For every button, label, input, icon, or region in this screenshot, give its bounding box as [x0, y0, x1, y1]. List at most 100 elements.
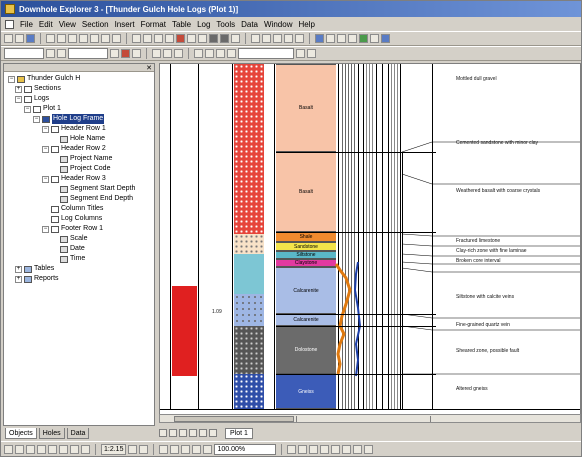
- tree-item-reports[interactable]: + Reports: [6, 274, 152, 284]
- first-page-icon[interactable]: [159, 429, 167, 437]
- line-icon[interactable]: [154, 34, 163, 43]
- menu-view[interactable]: View: [56, 20, 79, 29]
- menu-help[interactable]: Help: [295, 20, 317, 29]
- zoom-out-icon[interactable]: [170, 444, 180, 454]
- tab-data[interactable]: Data: [66, 428, 90, 439]
- tree-item-logs[interactable]: − Logs: [6, 94, 152, 104]
- brush-icon[interactable]: [46, 49, 55, 58]
- send-back-icon[interactable]: [205, 49, 214, 58]
- fill-tool-icon[interactable]: [81, 444, 90, 454]
- zoom-fit-icon[interactable]: [181, 444, 191, 454]
- page-view-icon[interactable]: [209, 429, 217, 437]
- snap-toggle-icon[interactable]: [298, 444, 308, 454]
- expand-icon[interactable]: +: [15, 275, 22, 283]
- menu-file[interactable]: File: [17, 20, 36, 29]
- expand-icon[interactable]: +: [15, 85, 22, 93]
- grid-icon[interactable]: [187, 34, 196, 43]
- style-dropdown[interactable]: [4, 48, 44, 59]
- tree-item-footer-row-1[interactable]: − Footer Row 1: [6, 224, 152, 234]
- title-bar[interactable]: Downhole Explorer 3 - [Thunder Gulch Hol…: [1, 1, 581, 17]
- select-tool-icon[interactable]: [26, 444, 35, 454]
- bold-icon[interactable]: [284, 34, 293, 43]
- tree-item-segment-end[interactable]: Segment End Depth: [6, 194, 152, 204]
- menu-format[interactable]: Format: [138, 20, 169, 29]
- tree-item-root[interactable]: − Thunder Gulch H: [6, 74, 152, 84]
- save-icon[interactable]: [26, 34, 35, 43]
- view-icon[interactable]: [320, 444, 330, 454]
- collapse-icon[interactable]: −: [15, 95, 22, 103]
- tree-item-project-code[interactable]: Project Code: [6, 164, 152, 174]
- pan-tool-icon[interactable]: [15, 444, 24, 454]
- last-page-icon[interactable]: [189, 429, 197, 437]
- bring-front-icon[interactable]: [194, 49, 203, 58]
- layers-icon[interactable]: [309, 444, 319, 454]
- tree-item-hole-log-frame[interactable]: − Hole Log Frame: [6, 114, 152, 124]
- refresh-icon[interactable]: [331, 444, 341, 454]
- group-icon[interactable]: [216, 49, 225, 58]
- tree-item-sections[interactable]: + Sections: [6, 84, 152, 94]
- log-icon[interactable]: [315, 34, 324, 43]
- color-icon[interactable]: [176, 34, 185, 43]
- tab-plot-1[interactable]: Plot 1: [225, 427, 253, 439]
- snap-icon[interactable]: [307, 49, 316, 58]
- settings-icon[interactable]: [370, 34, 379, 43]
- map-icon[interactable]: [337, 34, 346, 43]
- close-icon[interactable]: ✕: [146, 64, 152, 72]
- collapse-icon[interactable]: −: [42, 145, 49, 153]
- align-center-icon[interactable]: [262, 34, 271, 43]
- tree-item-date[interactable]: Date: [6, 244, 152, 254]
- collapse-icon[interactable]: −: [42, 125, 49, 133]
- report-icon[interactable]: [359, 34, 368, 43]
- draw-tool-icon[interactable]: [59, 444, 68, 454]
- undo-icon[interactable]: [79, 34, 88, 43]
- line-width-icon[interactable]: [152, 49, 161, 58]
- section-icon[interactable]: [132, 34, 141, 43]
- collapse-icon[interactable]: −: [42, 225, 49, 233]
- menu-data[interactable]: Data: [238, 20, 261, 29]
- collapse-icon[interactable]: −: [24, 105, 31, 113]
- tree-item-column-titles[interactable]: Column Titles: [6, 204, 152, 214]
- ungroup-icon[interactable]: [227, 49, 236, 58]
- print-preview-icon[interactable]: [353, 444, 363, 454]
- pointer-icon[interactable]: [143, 34, 152, 43]
- zoom-window-icon[interactable]: [192, 444, 202, 454]
- tree-item-segment-start[interactable]: Segment Start Depth: [6, 184, 152, 194]
- redo-icon[interactable]: [90, 34, 99, 43]
- tab-objects[interactable]: Objects: [5, 428, 37, 439]
- pattern-dropdown[interactable]: [68, 48, 108, 59]
- log-canvas[interactable]: 1.09 Basalt Basalt Shale Sandstone Silts…: [159, 63, 581, 415]
- cut-icon[interactable]: [46, 34, 55, 43]
- expand-icon[interactable]: +: [15, 265, 22, 273]
- prev-page-icon[interactable]: [169, 429, 177, 437]
- lock-icon[interactable]: [296, 49, 305, 58]
- add-page-icon[interactable]: [199, 429, 207, 437]
- chart-icon[interactable]: [348, 34, 357, 43]
- arrow-right-icon[interactable]: [220, 34, 229, 43]
- menu-insert[interactable]: Insert: [112, 20, 138, 29]
- tree-item-header-row-2[interactable]: − Header Row 2: [6, 144, 152, 154]
- horizontal-scrollbar[interactable]: [159, 414, 581, 423]
- align-right-icon[interactable]: [273, 34, 282, 43]
- menu-edit[interactable]: Edit: [36, 20, 56, 29]
- menu-tools[interactable]: Tools: [213, 20, 238, 29]
- tree-item-scale[interactable]: Scale: [6, 234, 152, 244]
- collapse-icon[interactable]: −: [42, 175, 49, 183]
- grid-toggle-icon[interactable]: [287, 444, 297, 454]
- export-icon[interactable]: [342, 444, 352, 454]
- help-icon[interactable]: [381, 34, 390, 43]
- arrow-style-icon[interactable]: [174, 49, 183, 58]
- new-icon[interactable]: [4, 34, 13, 43]
- hole-icon[interactable]: [326, 34, 335, 43]
- italic-icon[interactable]: [295, 34, 304, 43]
- scale-up-icon[interactable]: [128, 444, 138, 454]
- tree-item-header-row-3[interactable]: − Header Row 3: [6, 174, 152, 184]
- pointer-tool-icon[interactable]: [4, 444, 13, 454]
- collapse-icon[interactable]: −: [33, 115, 40, 123]
- scale-down-icon[interactable]: [139, 444, 149, 454]
- menu-log[interactable]: Log: [194, 20, 213, 29]
- open-icon[interactable]: [15, 34, 24, 43]
- tab-holes[interactable]: Holes: [38, 428, 65, 439]
- text-icon[interactable]: [165, 34, 174, 43]
- menu-window[interactable]: Window: [261, 20, 295, 29]
- paste-icon[interactable]: [68, 34, 77, 43]
